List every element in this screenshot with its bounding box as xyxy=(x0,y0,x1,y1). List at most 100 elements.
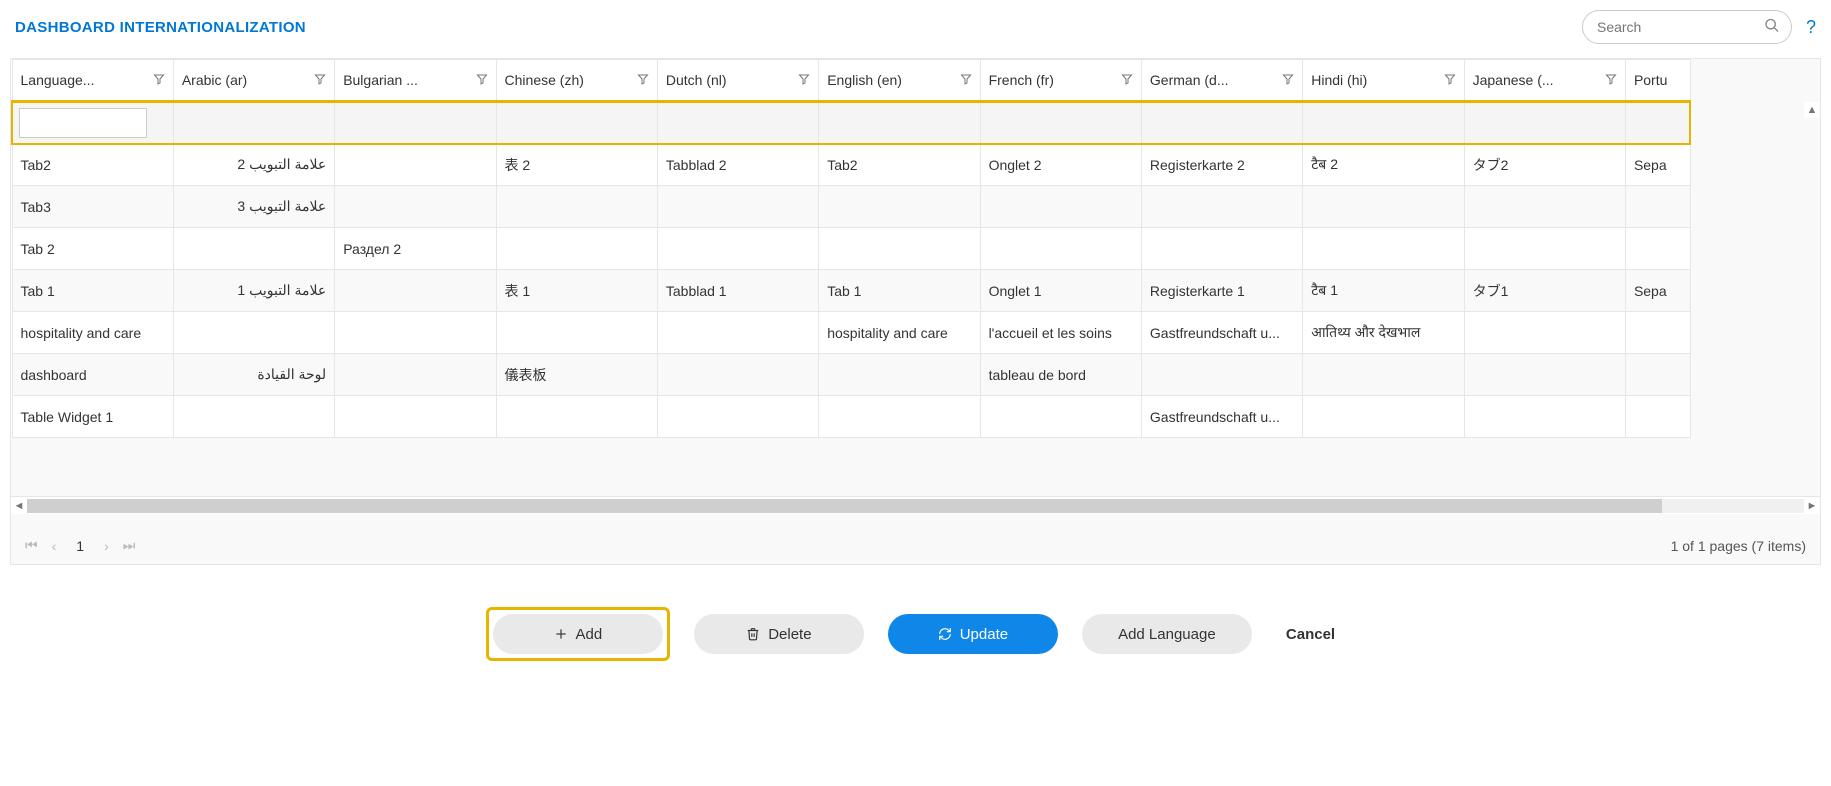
cell-nl[interactable]: Tabblad 1 xyxy=(657,270,818,312)
cell-lang[interactable]: Tab2 xyxy=(12,144,173,186)
cell-pt[interactable] xyxy=(1625,312,1690,354)
cell-de[interactable]: Registerkarte 2 xyxy=(1141,144,1302,186)
cell-en[interactable]: hospitality and care xyxy=(819,312,980,354)
cell-zh[interactable] xyxy=(496,228,657,270)
pager-last-icon[interactable]: ⏭ xyxy=(123,537,136,554)
column-header-fr[interactable]: French (fr) xyxy=(980,60,1141,102)
column-header-en[interactable]: English (en) xyxy=(819,60,980,102)
cell-fr[interactable]: l'accueil et les soins xyxy=(980,312,1141,354)
cell-hi[interactable]: आतिथ्य और देखभाल xyxy=(1303,312,1464,354)
cell-ja[interactable] xyxy=(1464,396,1625,438)
cell-lang[interactable]: Table Widget 1 xyxy=(12,396,173,438)
cancel-button[interactable]: Cancel xyxy=(1276,614,1345,654)
cell-hi[interactable] xyxy=(1303,228,1464,270)
filter-icon[interactable] xyxy=(153,72,165,88)
cell-en[interactable] xyxy=(819,228,980,270)
new-row-cell-zh[interactable] xyxy=(496,102,657,144)
cell-ar[interactable] xyxy=(173,396,334,438)
filter-icon[interactable] xyxy=(1605,72,1617,88)
add-button[interactable]: Add xyxy=(493,614,663,654)
cell-lang[interactable]: Tab3 xyxy=(12,186,173,228)
new-row-cell-hi[interactable] xyxy=(1303,102,1464,144)
cell-bg[interactable] xyxy=(335,312,496,354)
cell-fr[interactable]: tableau de bord xyxy=(980,354,1141,396)
delete-button[interactable]: Delete xyxy=(694,614,864,654)
cell-ja[interactable] xyxy=(1464,312,1625,354)
filter-icon[interactable] xyxy=(798,72,810,88)
column-header-ja[interactable]: Japanese (... xyxy=(1464,60,1625,102)
new-row-cell-en[interactable] xyxy=(819,102,980,144)
cell-de[interactable]: Gastfreundschaft u... xyxy=(1141,396,1302,438)
cell-ja[interactable] xyxy=(1464,354,1625,396)
cell-hi[interactable] xyxy=(1303,396,1464,438)
column-header-de[interactable]: German (d... xyxy=(1141,60,1302,102)
column-header-ar[interactable]: Arabic (ar) xyxy=(173,60,334,102)
new-row-cell-de[interactable] xyxy=(1141,102,1302,144)
cell-bg[interactable]: Раздел 2 xyxy=(335,228,496,270)
cell-hi[interactable] xyxy=(1303,354,1464,396)
new-row-cell-nl[interactable] xyxy=(657,102,818,144)
cell-zh[interactable]: 表 2 xyxy=(496,144,657,186)
cell-bg[interactable] xyxy=(335,270,496,312)
horizontal-scrollbar[interactable]: ◄ ► xyxy=(11,496,1820,514)
cell-pt[interactable] xyxy=(1625,396,1690,438)
cell-pt[interactable]: Sepa xyxy=(1625,270,1690,312)
cell-fr[interactable] xyxy=(980,228,1141,270)
cell-en[interactable]: Tab 1 xyxy=(819,270,980,312)
cell-ar[interactable]: علامة التبويب 1 xyxy=(173,270,334,312)
cell-pt[interactable] xyxy=(1625,228,1690,270)
cell-nl[interactable]: Tabblad 2 xyxy=(657,144,818,186)
cell-en[interactable] xyxy=(819,396,980,438)
cell-ar[interactable]: علامة التبويب 2 xyxy=(173,144,334,186)
cell-bg[interactable] xyxy=(335,354,496,396)
cell-ja[interactable]: タブ2 xyxy=(1464,144,1625,186)
column-header-lang[interactable]: Language... xyxy=(12,60,173,102)
cell-zh[interactable] xyxy=(496,396,657,438)
filter-icon[interactable] xyxy=(960,72,972,88)
new-row-cell-bg[interactable] xyxy=(335,102,496,144)
table-row[interactable]: Tab 2Раздел 2 xyxy=(12,228,1690,270)
scroll-track[interactable] xyxy=(27,499,1804,513)
table-row[interactable]: Tab2علامة التبويب 2表 2Tabblad 2Tab2Ongle… xyxy=(12,144,1690,186)
cell-pt[interactable] xyxy=(1625,186,1690,228)
pager-prev-icon[interactable]: ‹ xyxy=(52,538,57,554)
cell-bg[interactable] xyxy=(335,186,496,228)
column-header-zh[interactable]: Chinese (zh) xyxy=(496,60,657,102)
cell-lang[interactable]: dashboard xyxy=(12,354,173,396)
pager-first-icon[interactable]: ⏮ xyxy=(25,537,38,554)
cell-en[interactable]: Tab2 xyxy=(819,144,980,186)
new-row-cell-ar[interactable] xyxy=(173,102,334,144)
search-input[interactable] xyxy=(1582,10,1792,44)
cell-de[interactable]: Gastfreundschaft u... xyxy=(1141,312,1302,354)
vertical-scrollbar[interactable]: ▲ xyxy=(1804,102,1820,118)
scroll-up-icon[interactable]: ▲ xyxy=(1804,102,1820,118)
new-row-cell-pt[interactable] xyxy=(1625,102,1690,144)
cell-nl[interactable] xyxy=(657,228,818,270)
cell-de[interactable] xyxy=(1141,186,1302,228)
cell-ar[interactable] xyxy=(173,228,334,270)
cell-pt[interactable] xyxy=(1625,354,1690,396)
table-row[interactable]: Tab 1علامة التبويب 1表 1Tabblad 1Tab 1Ong… xyxy=(12,270,1690,312)
cell-zh[interactable]: 表 1 xyxy=(496,270,657,312)
new-row-input[interactable] xyxy=(19,108,147,138)
filter-icon[interactable] xyxy=(1121,72,1133,88)
cell-en[interactable] xyxy=(819,186,980,228)
filter-icon[interactable] xyxy=(314,72,326,88)
column-header-bg[interactable]: Bulgarian ... xyxy=(335,60,496,102)
cell-zh[interactable]: 儀表板 xyxy=(496,354,657,396)
cell-zh[interactable] xyxy=(496,186,657,228)
cell-bg[interactable] xyxy=(335,144,496,186)
new-row-cell-ja[interactable] xyxy=(1464,102,1625,144)
cell-ar[interactable] xyxy=(173,312,334,354)
cell-de[interactable] xyxy=(1141,228,1302,270)
table-row[interactable]: dashboardلوحة القيادة儀表板tableau de bord xyxy=(12,354,1690,396)
cell-hi[interactable] xyxy=(1303,186,1464,228)
cell-nl[interactable] xyxy=(657,396,818,438)
new-row-cell-lang[interactable] xyxy=(12,102,173,144)
table-row[interactable]: Tab3علامة التبويب 3 xyxy=(12,186,1690,228)
scroll-right-icon[interactable]: ► xyxy=(1804,500,1820,512)
help-icon[interactable]: ? xyxy=(1806,17,1816,38)
cell-de[interactable] xyxy=(1141,354,1302,396)
cell-en[interactable] xyxy=(819,354,980,396)
pager-next-icon[interactable]: › xyxy=(104,538,109,554)
